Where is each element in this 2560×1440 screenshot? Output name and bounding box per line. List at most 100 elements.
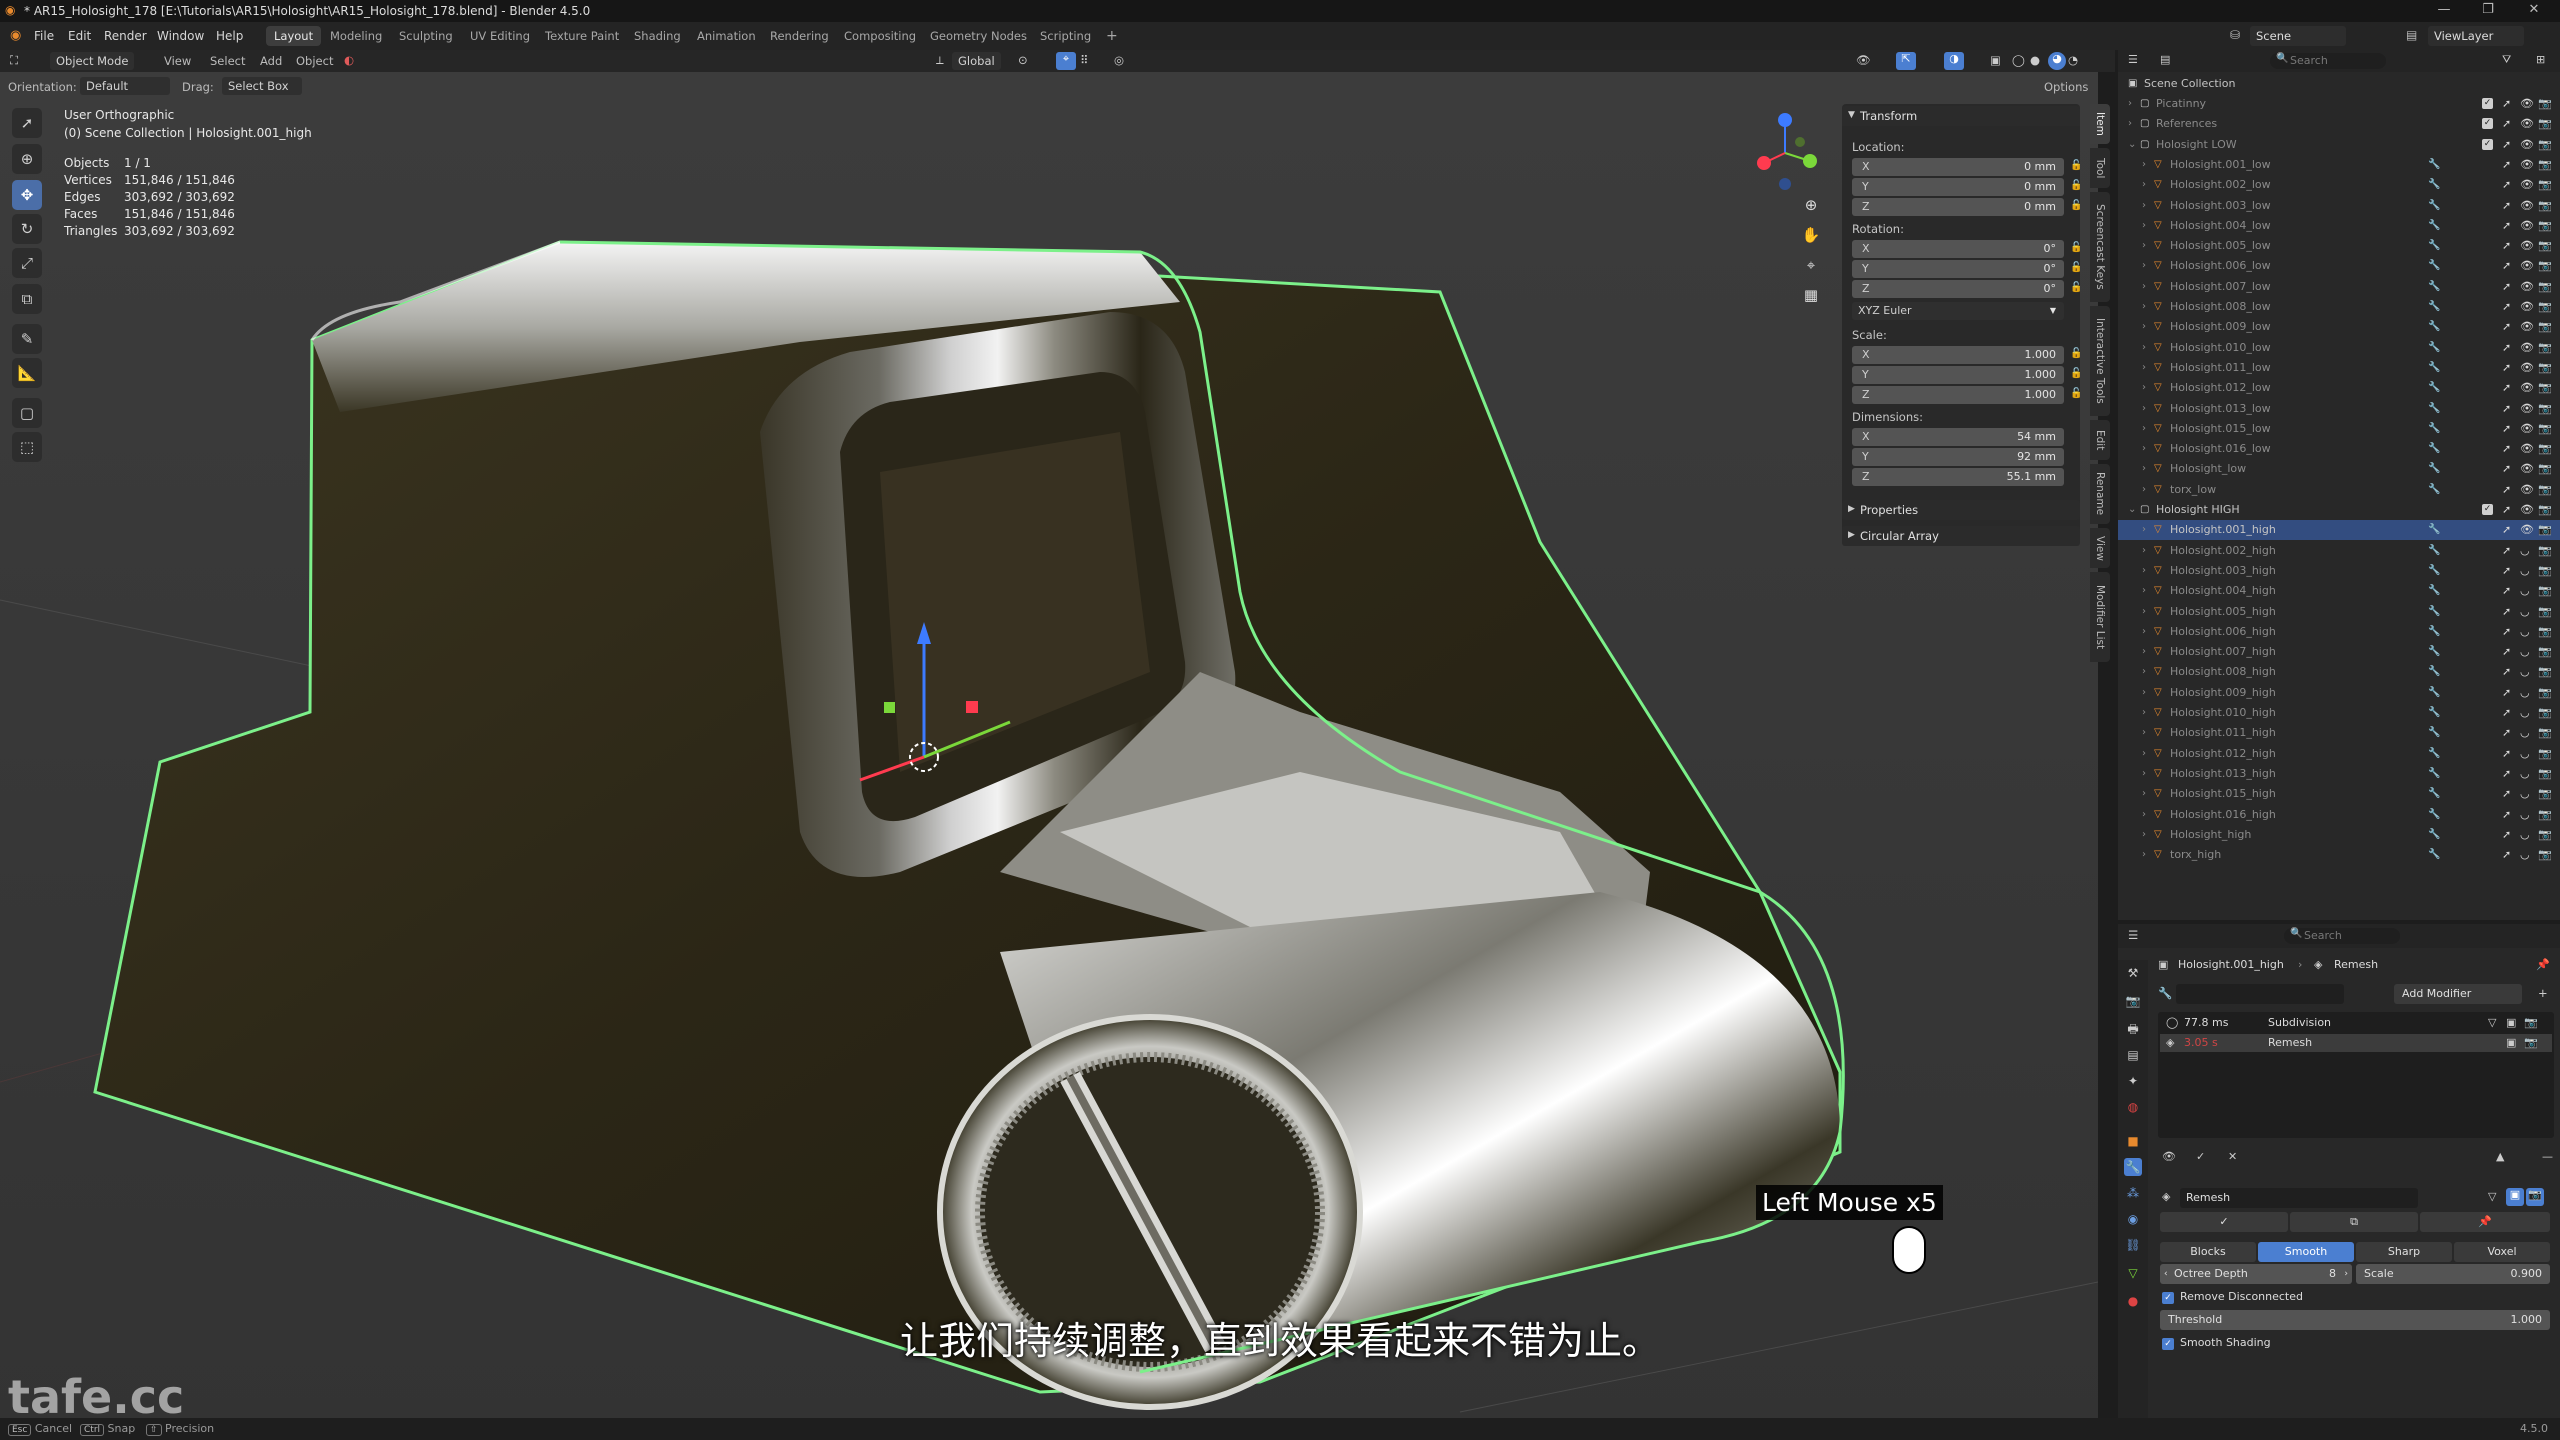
- circular-array-panel-header[interactable]: Circular Array: [1842, 526, 2080, 546]
- 3d-viewport[interactable]: ⊕ ✋ ⌖ ▦ 让我们持续调整，直到效果看起来不错为止。 Left Mouse …: [0, 72, 2098, 1440]
- selectable-toggle-icon[interactable]: ➚: [2502, 459, 2511, 479]
- selectable-toggle-icon[interactable]: ➚: [2502, 399, 2511, 419]
- render-toggle-icon[interactable]: 📷: [2538, 662, 2552, 682]
- maximize-icon[interactable]: ❐: [2476, 2, 2500, 20]
- expand-toggle-icon[interactable]: ›: [2142, 338, 2146, 358]
- display-mode-icon[interactable]: ▤: [2160, 53, 2170, 66]
- selectable-toggle-icon[interactable]: ➚: [2502, 135, 2511, 155]
- pan-hand-icon[interactable]: ✋: [1796, 220, 1826, 250]
- breadcrumb-modifier[interactable]: Remesh: [2334, 958, 2378, 971]
- decrement-icon[interactable]: ‹: [2164, 1264, 2168, 1284]
- visibility-toggle-icon[interactable]: 👁: [2520, 277, 2534, 297]
- world-tab-icon[interactable]: ◍: [2124, 1098, 2142, 1116]
- expand-toggle-icon[interactable]: ›: [2142, 196, 2146, 216]
- menu-object[interactable]: Object: [296, 54, 333, 68]
- remesh-name-field[interactable]: Remesh: [2180, 1188, 2418, 1208]
- expand-toggle-icon[interactable]: ›: [2142, 256, 2146, 276]
- render-toggle-icon[interactable]: 📷: [2538, 175, 2552, 195]
- lock-icon[interactable]: 🔓: [2070, 242, 2082, 253]
- outliner-object-row[interactable]: › ▽ Holosight.005_high 🔧 ➚ ◡ 📷: [2118, 602, 2560, 622]
- location-y-field[interactable]: Y 0 mm: [1852, 178, 2064, 196]
- visibility-toggle-icon[interactable]: ◡: [2520, 581, 2530, 601]
- expand-toggle-icon[interactable]: ›: [2142, 419, 2146, 439]
- outliner-object-row[interactable]: › ▽ Holosight.010_low 🔧 ➚ 👁 📷: [2118, 338, 2560, 358]
- visibility-toggle-icon[interactable]: ◡: [2520, 622, 2530, 642]
- tab-rendering[interactable]: Rendering: [762, 26, 837, 46]
- wireframe-shading-icon[interactable]: ◯: [2012, 53, 2025, 67]
- rotation-y-field[interactable]: Y 0°: [1852, 260, 2064, 278]
- render-toggle-icon[interactable]: 📷: [2538, 277, 2552, 297]
- object-tab-icon[interactable]: ■: [2124, 1132, 2142, 1150]
- remove-disconnected-checkbox[interactable]: ✓: [2162, 1292, 2174, 1304]
- scale-z-field[interactable]: Z 1.000: [1852, 386, 2064, 404]
- render-toggle-icon[interactable]: 📷: [2538, 338, 2552, 358]
- outliner-root[interactable]: ▣ Scene Collection: [2118, 74, 2560, 94]
- expand-toggle-icon[interactable]: ›: [2128, 114, 2132, 134]
- tab-tool[interactable]: Tool: [2090, 148, 2110, 188]
- tab-view[interactable]: View: [2090, 528, 2110, 568]
- exclude-checkbox[interactable]: ✓: [2482, 98, 2493, 109]
- expand-toggle-icon[interactable]: ›: [2142, 805, 2146, 825]
- transform-orientation-dropdown[interactable]: Global: [952, 52, 1001, 70]
- rotate-tool-icon[interactable]: ↻: [12, 214, 42, 244]
- tab-sculpting[interactable]: Sculpting: [391, 26, 461, 46]
- render-toggle-icon[interactable]: 📷: [2538, 419, 2552, 439]
- selectable-toggle-icon[interactable]: ➚: [2502, 297, 2511, 317]
- menu-edit[interactable]: Edit: [68, 29, 91, 43]
- material-shading-icon[interactable]: ◕: [2048, 52, 2066, 70]
- selectable-toggle-icon[interactable]: ➚: [2502, 825, 2511, 845]
- menu-file[interactable]: File: [34, 29, 54, 43]
- visibility-toggle-icon[interactable]: ◡: [2520, 602, 2530, 622]
- lock-icon[interactable]: 🔓: [2070, 180, 2082, 191]
- viewport-toggle-icon[interactable]: ▣: [2506, 1034, 2516, 1052]
- expand-toggle-icon[interactable]: ›: [2142, 784, 2146, 804]
- expand-toggle-icon[interactable]: ›: [2142, 764, 2146, 784]
- tab-uv-editing[interactable]: UV Editing: [462, 26, 538, 46]
- selectable-toggle-icon[interactable]: ➚: [2502, 744, 2511, 764]
- render-toggle-icon[interactable]: 📷: [2538, 94, 2552, 114]
- apply-button[interactable]: ✓: [2160, 1212, 2288, 1232]
- tab-animation[interactable]: Animation: [689, 26, 764, 46]
- tab-layout[interactable]: Layout: [266, 26, 322, 46]
- outliner-object-row[interactable]: › ▽ Holosight.006_low 🔧 ➚ 👁 📷: [2118, 256, 2560, 276]
- visibility-toggle-icon[interactable]: 👁: [2520, 459, 2534, 479]
- selectable-toggle-icon[interactable]: ➚: [2502, 581, 2511, 601]
- editmode-toggle-icon[interactable]: ▽: [2488, 1014, 2496, 1032]
- expand-toggle-icon[interactable]: ›: [2142, 358, 2146, 378]
- expand-toggle-icon[interactable]: ›: [2142, 399, 2146, 419]
- outliner-object-row[interactable]: › ▽ Holosight.011_low 🔧 ➚ 👁 📷: [2118, 358, 2560, 378]
- expand-toggle-icon[interactable]: ›: [2142, 439, 2146, 459]
- outliner-collection-row[interactable]: ⌄ ▢ Holosight HIGH ✓ ➚ 👁 📷: [2118, 500, 2560, 520]
- selectable-toggle-icon[interactable]: ➚: [2502, 175, 2511, 195]
- expand-toggle-icon[interactable]: ›: [2142, 480, 2146, 500]
- lock-icon[interactable]: 🔓: [2070, 200, 2082, 211]
- camera-view-icon[interactable]: ⌖: [1796, 250, 1826, 280]
- visibility-toggle-icon[interactable]: ◡: [2520, 541, 2530, 561]
- render-toggle-icon[interactable]: 📷: [2538, 114, 2552, 134]
- tab-compositing[interactable]: Compositing: [836, 26, 924, 46]
- editor-type-icon[interactable]: ⛶: [10, 53, 18, 68]
- rotation-x-field[interactable]: X 0°: [1852, 240, 2064, 258]
- visibility-toggle-icon[interactable]: 👁: [2520, 520, 2534, 540]
- visibility-toggle-icon[interactable]: 👁: [2520, 155, 2534, 175]
- selectable-toggle-icon[interactable]: ➚: [2502, 94, 2511, 114]
- expand-toggle-icon[interactable]: ›: [2128, 94, 2132, 114]
- visibility-toggle-icon[interactable]: ◡: [2520, 683, 2530, 703]
- modifier-row-selected[interactable]: ◈ 3.05 s Remesh ▣ 📷: [2160, 1034, 2552, 1052]
- modifier-filter-input[interactable]: [2176, 984, 2344, 1004]
- expand-toggle-icon[interactable]: ⌄: [2128, 500, 2136, 520]
- visibility-toggle-icon[interactable]: 👁: [2520, 358, 2534, 378]
- selectable-toggle-icon[interactable]: ➚: [2502, 784, 2511, 804]
- outliner-object-row[interactable]: › ▽ Holosight.010_high 🔧 ➚ ◡ 📷: [2118, 703, 2560, 723]
- render-toggle-icon[interactable]: 📷: [2538, 196, 2552, 216]
- expand-toggle-icon[interactable]: ›: [2142, 236, 2146, 256]
- visibility-toggle-icon[interactable]: ◡: [2520, 744, 2530, 764]
- selectable-toggle-icon[interactable]: ➚: [2502, 500, 2511, 520]
- viewport-toggle-icon[interactable]: ▣: [2506, 1188, 2524, 1206]
- location-z-field[interactable]: Z 0 mm: [1852, 198, 2064, 216]
- render-toggle-icon[interactable]: 📷: [2538, 825, 2552, 845]
- proportional-edit-icon[interactable]: ◎: [1114, 53, 1124, 67]
- minimize-icon[interactable]: —: [2432, 2, 2456, 20]
- visibility-icon[interactable]: 👁: [1856, 53, 1871, 67]
- visibility-toggle-icon[interactable]: 👁: [2520, 378, 2534, 398]
